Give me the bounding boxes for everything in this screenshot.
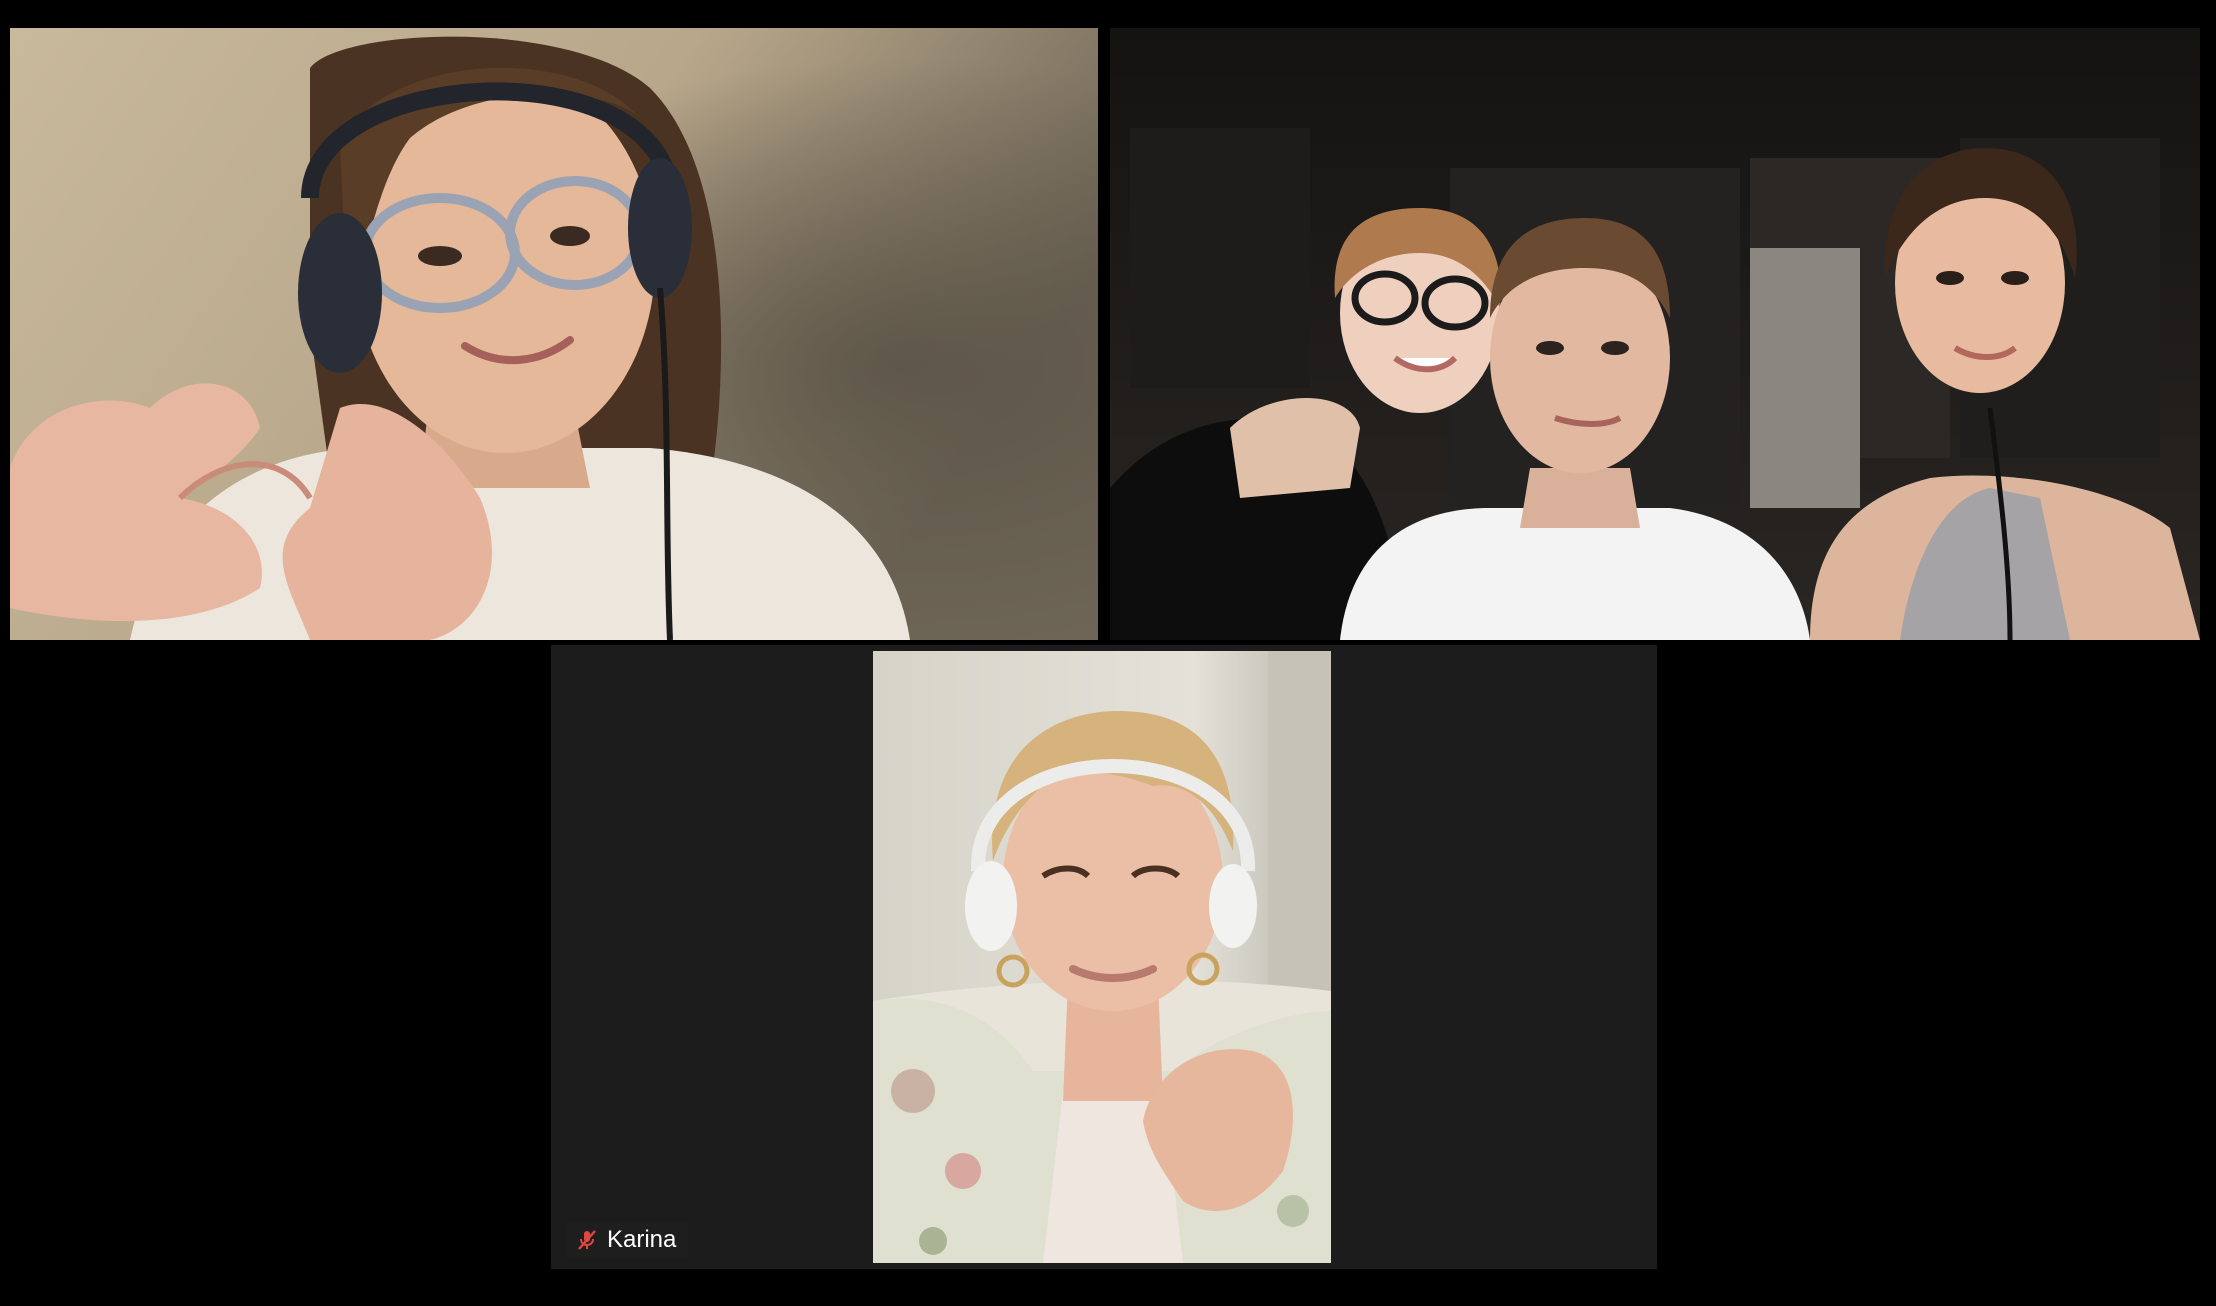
participant-name: Karina <box>607 1226 677 1253</box>
participant-name-tag: Karina <box>567 1223 689 1257</box>
mic-muted-icon <box>578 1230 596 1250</box>
participant-video-feed <box>10 28 1098 640</box>
participant-video-feed <box>1110 28 2200 640</box>
video-gallery: Karina <box>0 0 2216 1306</box>
participant-video-feed <box>873 651 1331 1263</box>
video-tile-participant-3[interactable]: Karina <box>551 645 1657 1269</box>
video-tile-participant-1[interactable] <box>10 28 1098 640</box>
video-tile-participant-2[interactable] <box>1110 28 2200 640</box>
